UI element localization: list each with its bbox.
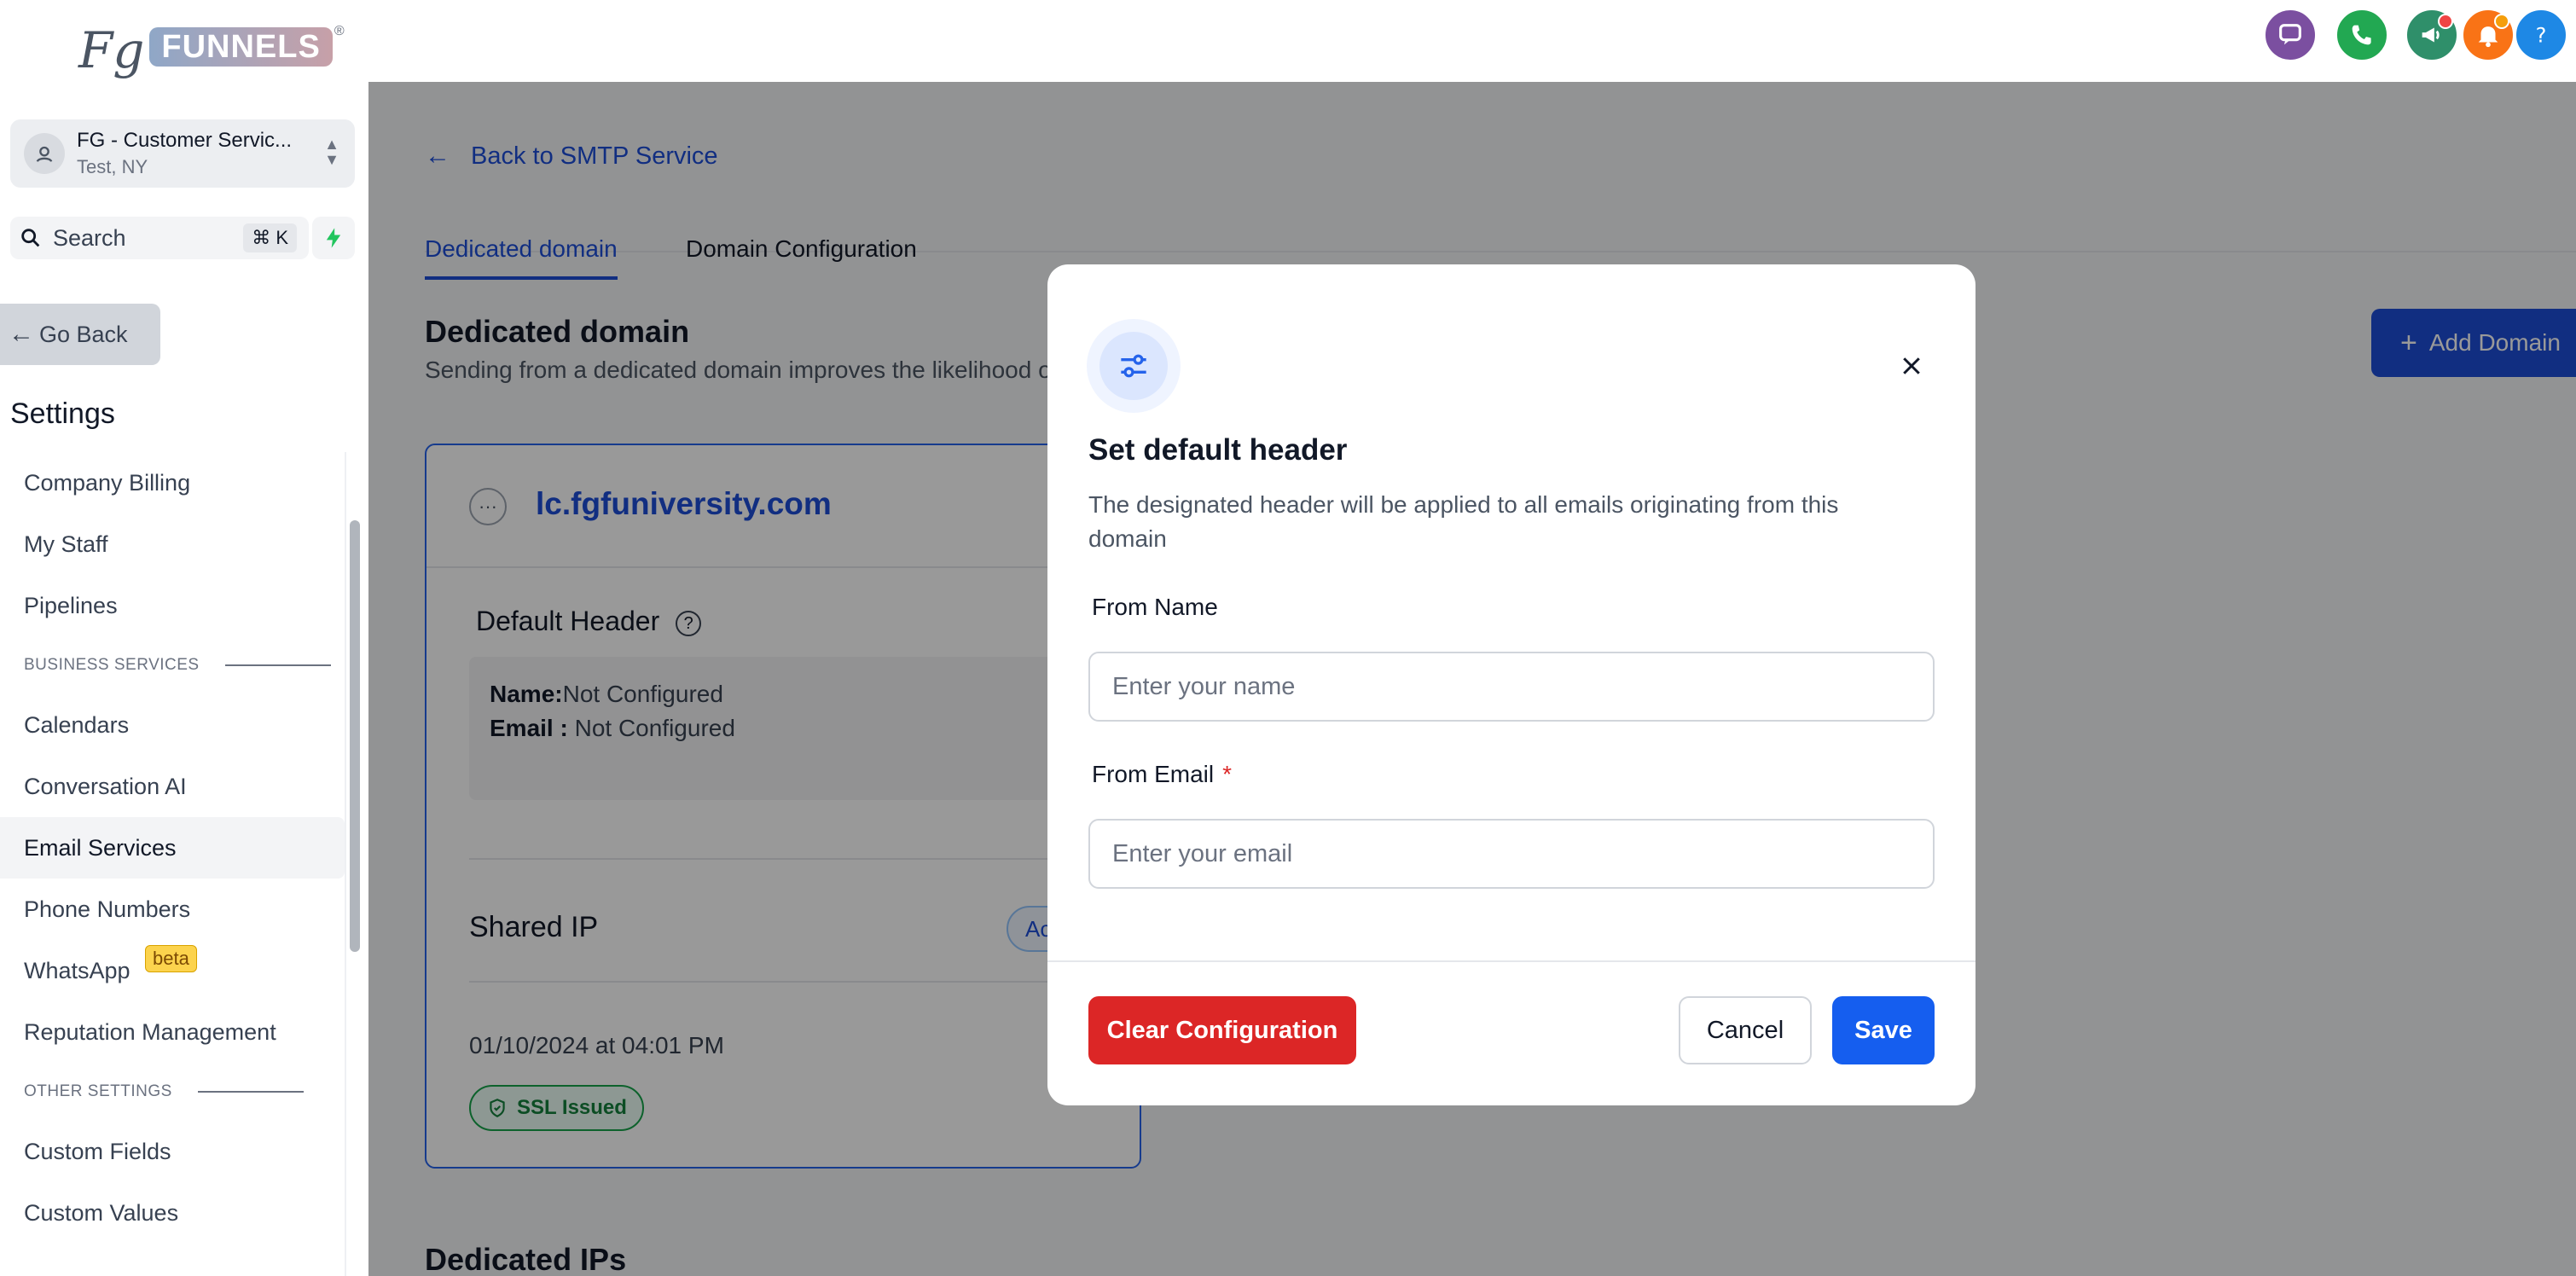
- section-divider: [224, 664, 331, 666]
- section-divider: [197, 1091, 304, 1093]
- logo-registered-mark: ®: [334, 24, 345, 38]
- section-other-settings: OTHER SETTINGS: [0, 1063, 345, 1121]
- from-email-label-text: From Email: [1092, 761, 1215, 787]
- sidebar-item-pipelines[interactable]: Pipelines: [0, 575, 345, 636]
- notification-dot: [2438, 14, 2453, 29]
- sidebar-search[interactable]: Search ⌘ K: [10, 217, 309, 259]
- required-mark: *: [1222, 761, 1233, 787]
- from-name-label: From Name: [1092, 594, 1218, 620]
- go-back-button[interactable]: ← Go Back: [0, 304, 160, 365]
- sidebar-item-phone-numbers[interactable]: Phone Numbers: [0, 879, 345, 940]
- search-shortcut: ⌘ K: [243, 223, 297, 252]
- from-name-input[interactable]: [1088, 652, 1935, 722]
- quick-actions-button[interactable]: [312, 217, 355, 259]
- lightning-icon: [326, 228, 341, 248]
- modal-footer-divider: [1047, 960, 1976, 962]
- account-switcher[interactable]: FG - Customer Servic... Test, NY ▲ ▼: [10, 119, 355, 188]
- settings-nav: Company Billing My Staff Pipelines BUSIN…: [0, 452, 345, 1244]
- from-email-input[interactable]: [1088, 819, 1935, 889]
- arrow-left-icon: ←: [9, 320, 34, 348]
- close-icon[interactable]: [1890, 345, 1933, 387]
- settings-sidebar: FG - Customer Servic... Test, NY ▲ ▼ Sear…: [0, 82, 368, 1276]
- clear-configuration-button[interactable]: Clear Configuration: [1088, 996, 1356, 1064]
- sidebar-item-my-staff[interactable]: My Staff: [0, 513, 345, 575]
- section-other-label: OTHER SETTINGS: [24, 1082, 172, 1100]
- alert-dot: [2494, 14, 2509, 29]
- settings-title: Settings: [10, 397, 115, 430]
- sliders-icon: [1121, 354, 1146, 378]
- account-name: FG - Customer Servic...: [77, 129, 293, 152]
- sidebar-item-conversation-ai[interactable]: Conversation AI: [0, 756, 345, 817]
- from-email-label: From Email *: [1092, 761, 1232, 788]
- modal-description: The designated header will be applied to…: [1088, 491, 1839, 552]
- save-button[interactable]: Save: [1832, 996, 1935, 1064]
- chevron-up-down-icon: ▲ ▼: [324, 136, 339, 168]
- account-avatar: [24, 133, 65, 174]
- sidebar-item-custom-fields[interactable]: Custom Fields: [0, 1121, 345, 1182]
- modal-title: Set default header: [1088, 433, 1348, 467]
- sidebar-item-label: WhatsApp: [24, 957, 131, 983]
- search-icon: [21, 229, 40, 247]
- top-bar: Fg FUNNELS ® ?: [0, 0, 2576, 82]
- help-icon[interactable]: ?: [2513, 7, 2569, 63]
- sidebar-item-reputation-management[interactable]: Reputation Management: [0, 1001, 345, 1063]
- modal-icon: [1087, 319, 1181, 413]
- svg-text:?: ?: [2536, 24, 2547, 48]
- account-location: Test, NY: [77, 156, 148, 177]
- logo-fg-text: Fg: [78, 21, 145, 79]
- logo-funnels-text: FUNNELS: [149, 27, 333, 67]
- chat-icon[interactable]: [2262, 7, 2318, 63]
- sidebar-item-calendars[interactable]: Calendars: [0, 694, 345, 756]
- sidebar-item-custom-values[interactable]: Custom Values: [0, 1182, 345, 1244]
- fgfunnels-logo[interactable]: Fg FUNNELS ®: [78, 22, 345, 90]
- phone-icon[interactable]: [2334, 7, 2390, 63]
- cancel-button[interactable]: Cancel: [1679, 996, 1812, 1064]
- location-pin-icon: [36, 146, 53, 162]
- section-business-label: BUSINESS SERVICES: [24, 656, 200, 674]
- section-business-services: BUSINESS SERVICES: [0, 636, 345, 694]
- sidebar-item-company-billing[interactable]: Company Billing: [0, 452, 345, 513]
- bell-icon[interactable]: [2460, 7, 2516, 63]
- sidebar-item-email-services[interactable]: Email Services: [0, 817, 345, 879]
- beta-badge: beta: [145, 945, 197, 972]
- set-default-header-modal: Set default header The designated header…: [1047, 264, 1976, 1105]
- megaphone-icon[interactable]: [2404, 7, 2460, 63]
- search-label: Search: [53, 224, 126, 251]
- sidebar-item-whatsapp[interactable]: WhatsApp beta: [0, 940, 345, 1001]
- sidebar-scrollbar-thumb[interactable]: [350, 520, 360, 952]
- go-back-label: Go Back: [39, 321, 128, 347]
